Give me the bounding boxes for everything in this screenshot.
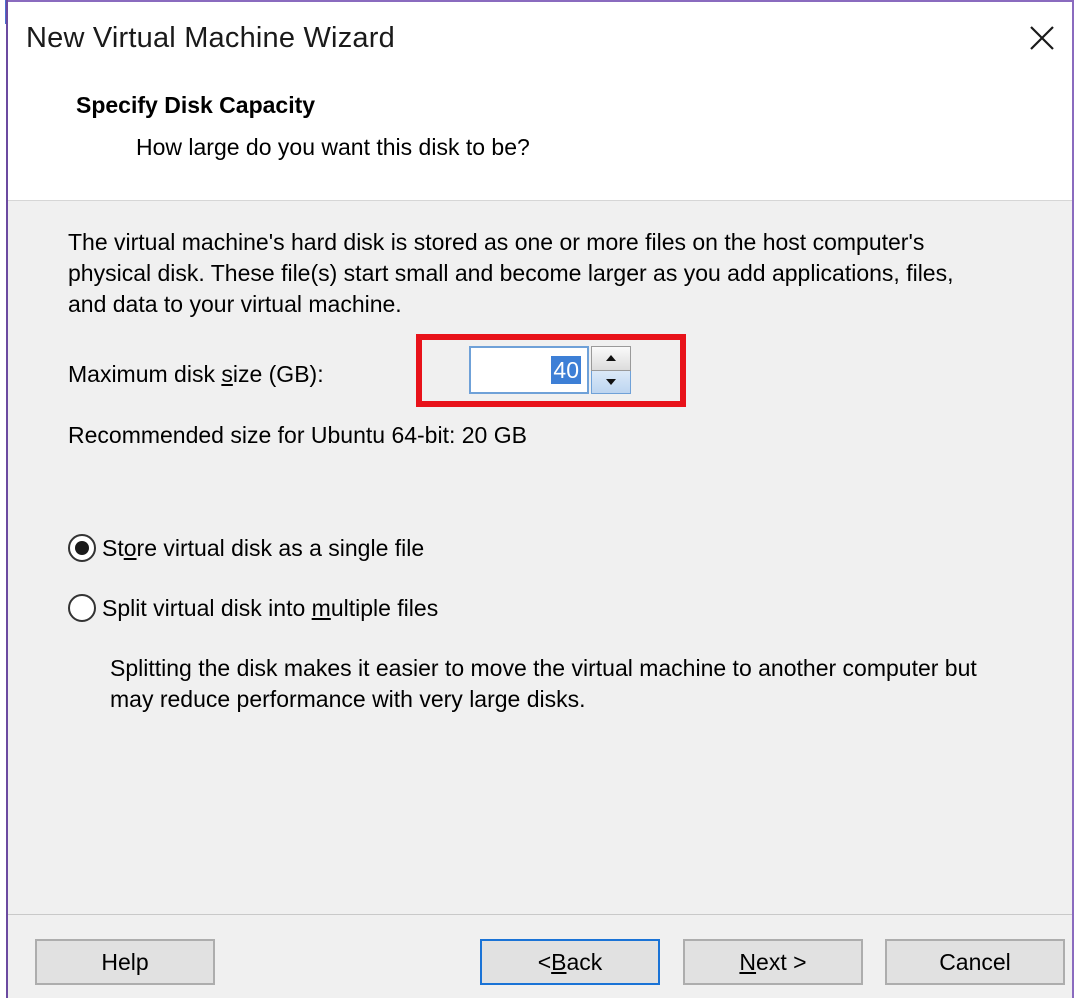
label-part: Split virtual disk into <box>102 594 312 621</box>
footer-divider <box>8 914 1072 915</box>
wizard-content: The virtual machine's hard disk is store… <box>8 201 1072 998</box>
radio-single-file[interactable]: Store virtual disk as a single file <box>68 534 424 562</box>
radio-dot <box>75 541 89 555</box>
radio-multiple-files[interactable]: Split virtual disk into multiple files <box>68 594 438 622</box>
window-title: New Virtual Machine Wizard <box>26 22 395 54</box>
label-mnemonic: m <box>311 594 331 621</box>
radio-label: Store virtual disk as a single file <box>102 535 424 562</box>
back-button[interactable]: < Back <box>480 939 660 985</box>
label-mnemonic: o <box>123 534 137 561</box>
label-part: Maximum disk <box>68 361 222 387</box>
label-mnemonic: N <box>739 948 757 975</box>
radio-label: Split virtual disk into multiple files <box>102 595 438 622</box>
label-part: ack <box>566 948 603 975</box>
label-part: < <box>537 948 552 975</box>
label-part: St <box>102 534 124 561</box>
label-mnemonic: s <box>221 361 233 387</box>
radio-button-unchecked[interactable] <box>68 594 96 622</box>
next-button[interactable]: Next > <box>683 939 863 985</box>
label-part: ext > <box>756 948 807 975</box>
wizard-header: New Virtual Machine Wizard Specify Disk … <box>8 2 1072 201</box>
disk-size-label: Maximum disk size (GB): <box>68 361 324 388</box>
highlight-annotation <box>416 334 686 407</box>
disk-description: The virtual machine's hard disk is store… <box>68 229 954 317</box>
close-icon <box>1030 26 1054 50</box>
radio-button-checked[interactable] <box>68 534 96 562</box>
recommended-size-text: Recommended size for Ubuntu 64-bit: 20 G… <box>68 422 527 448</box>
help-button[interactable]: Help <box>35 939 215 985</box>
window-left-edge <box>0 0 9 998</box>
close-button[interactable] <box>1018 14 1066 62</box>
split-disk-note: Splitting the disk makes it easier to mo… <box>110 655 977 712</box>
label-part: ize (GB): <box>232 361 324 387</box>
page-subheading: How large do you want this disk to be? <box>136 134 530 160</box>
cancel-button[interactable]: Cancel <box>885 939 1065 985</box>
label-mnemonic: B <box>551 948 567 975</box>
label-part: ultiple files <box>330 594 439 621</box>
page-heading: Specify Disk Capacity <box>76 92 316 118</box>
label-part: re virtual disk as a single file <box>136 534 425 561</box>
